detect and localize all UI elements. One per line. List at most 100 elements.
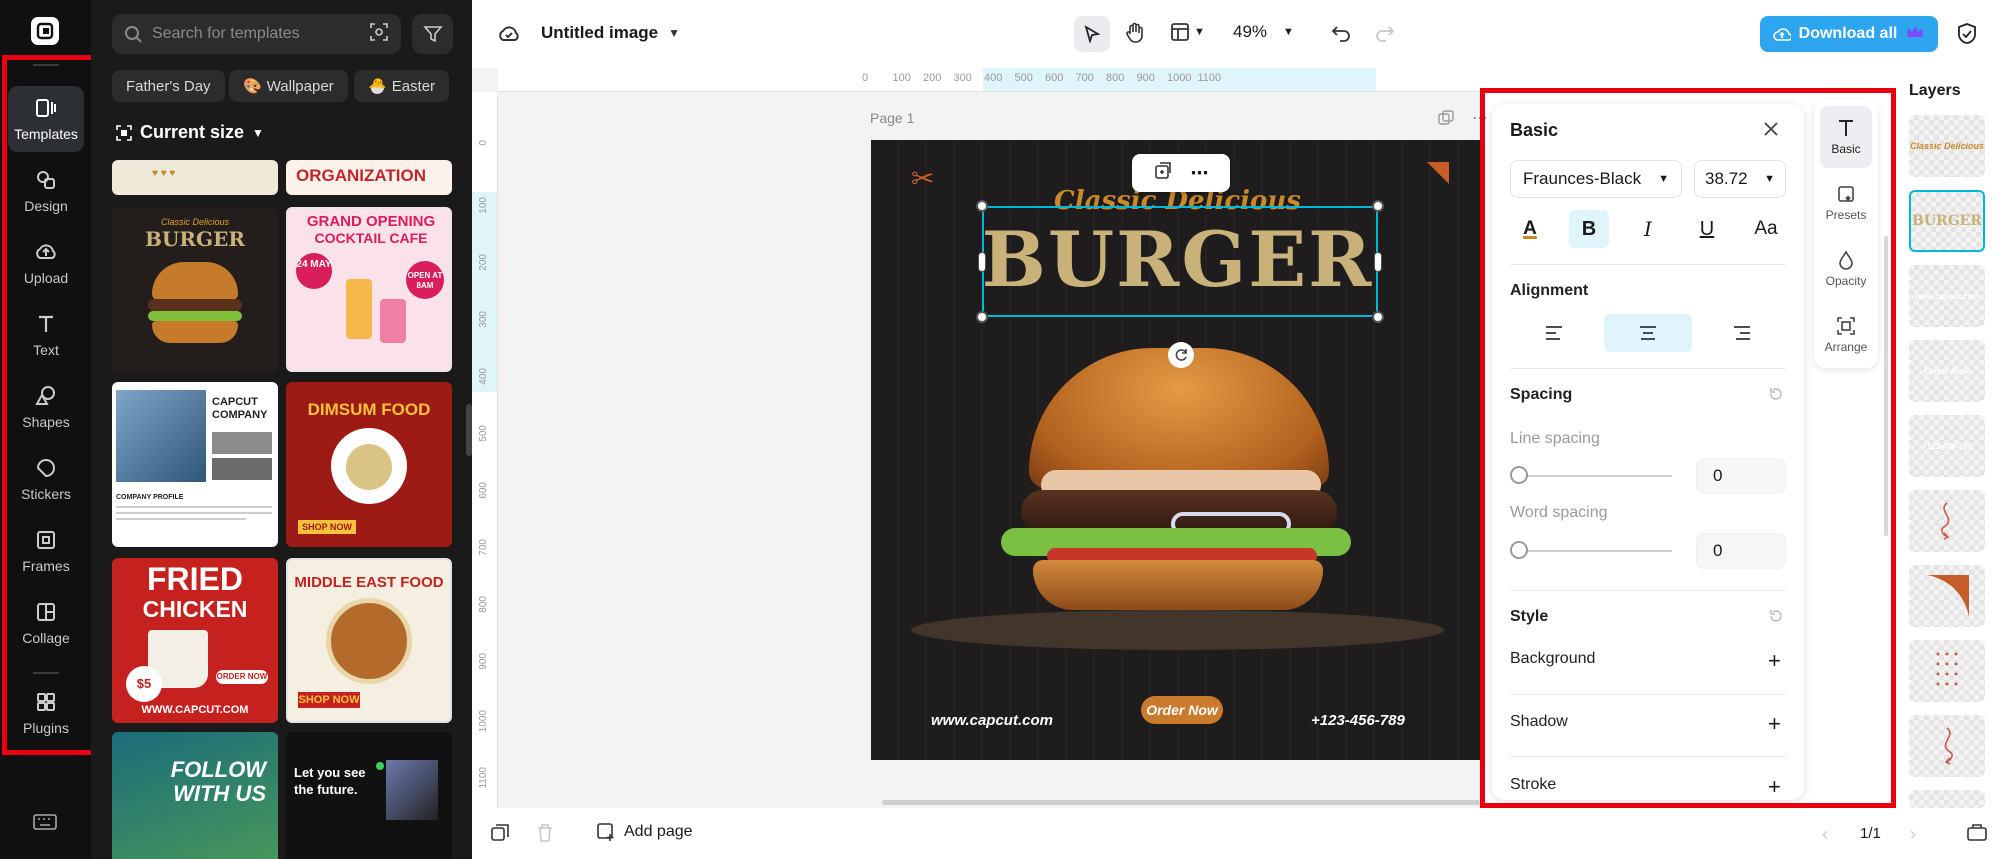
template-card-follow[interactable]: FOLLOW WITH US bbox=[112, 732, 278, 859]
template-card-dimsum[interactable]: DIMSUM FOOD SHOP NOW bbox=[286, 382, 452, 547]
chip-fathers-day[interactable]: Father's Day bbox=[112, 70, 225, 102]
layer-thumb-text: +123-456-789 bbox=[1921, 441, 1973, 451]
card-text: CHICKEN bbox=[142, 596, 248, 622]
vertical-ruler-tick-label: 0 bbox=[478, 140, 489, 146]
redo-button[interactable] bbox=[1374, 22, 1396, 49]
ruler-tick-label: 400 bbox=[984, 72, 1003, 84]
template-grid: ♥ ♥ ♥ ORGANIZATION Classic Delicious BUR… bbox=[110, 160, 455, 859]
chevron-down-icon: ▼ bbox=[1283, 26, 1294, 38]
previous-page-icon[interactable]: ‹ bbox=[1822, 824, 1828, 845]
delete-page-button[interactable] bbox=[536, 823, 554, 848]
duplicate-page-button[interactable] bbox=[490, 823, 510, 848]
card-text: FOLLOW WITH US bbox=[170, 757, 266, 806]
highlight-box-properties bbox=[1480, 88, 1896, 808]
search-input[interactable]: Search for templates bbox=[152, 25, 300, 43]
chip-wallpaper[interactable]: 🎨 Wallpaper bbox=[229, 70, 348, 102]
layer-item[interactable]: Order Now bbox=[1909, 340, 1985, 402]
arrow-doodle-icon bbox=[1941, 502, 1950, 540]
card-text: SHOP NOW bbox=[298, 520, 356, 534]
corner-shape-icon bbox=[1927, 575, 1969, 617]
template-card-company[interactable]: CAPCUT COMPANY COMPANY PROFILE bbox=[112, 382, 278, 547]
vertical-ruler-tick-label: 900 bbox=[478, 653, 489, 670]
page-label: Page 1 bbox=[870, 110, 915, 126]
layer-thumb-text: Order Now bbox=[1923, 366, 1970, 376]
template-card[interactable]: ♥ ♥ ♥ bbox=[112, 160, 278, 195]
hand-tool-button[interactable] bbox=[1124, 22, 1146, 49]
layer-item-selected[interactable]: BURGER bbox=[1909, 190, 1985, 252]
design-phone[interactable]: +123-456-789 bbox=[1311, 712, 1405, 729]
template-search[interactable]: Search for templates bbox=[112, 14, 401, 54]
trash-icon bbox=[538, 824, 552, 842]
shield-icon[interactable] bbox=[1956, 22, 1978, 51]
resize-handle[interactable] bbox=[976, 311, 988, 323]
layer-item[interactable]: www.capcut.com bbox=[1909, 265, 1985, 327]
page-manager-icon[interactable] bbox=[1966, 822, 1988, 847]
next-page-icon[interactable]: › bbox=[1910, 824, 1916, 845]
design-url[interactable]: www.capcut.com bbox=[931, 712, 1053, 729]
layer-item[interactable]: Classic Delicious bbox=[1909, 115, 1985, 177]
layer-thumb-text: Classic Delicious bbox=[1909, 141, 1985, 151]
ruler-tick-label: 200 bbox=[923, 72, 942, 84]
layer-item[interactable] bbox=[1909, 490, 1985, 552]
image-search-icon[interactable] bbox=[369, 22, 389, 47]
keyboard-icon[interactable] bbox=[33, 813, 57, 836]
resize-handle[interactable] bbox=[978, 252, 986, 272]
resize-handle[interactable] bbox=[976, 200, 988, 212]
template-card-fried-chicken[interactable]: FRIED CHICKEN $5 ORDER NOW WWW.CAPCUT.CO… bbox=[112, 558, 278, 723]
layer-item[interactable] bbox=[1909, 640, 1985, 702]
zoom-dropdown[interactable]: 49% ▼ bbox=[1233, 22, 1294, 42]
template-card-middle-east[interactable]: MIDDLE EAST FOOD SHOP NOW bbox=[286, 558, 452, 723]
vertical-ruler: 0 100 200 300 400 500 600 700 800 900 1000 1100 bbox=[472, 92, 498, 808]
design-order-button[interactable]: Order Now bbox=[1141, 696, 1223, 724]
resize-handle[interactable] bbox=[1372, 311, 1384, 323]
template-card-future[interactable]: Let you see the future. bbox=[286, 732, 452, 859]
card-text: Let you see the future. bbox=[294, 765, 366, 797]
chevron-down-icon: ▼ bbox=[252, 125, 264, 140]
template-card-cocktail[interactable]: GRAND OPENING COCKTAIL CAFE 24 MAY OPEN … bbox=[286, 207, 452, 372]
vertical-ruler-tick-label: 1000 bbox=[478, 710, 489, 733]
template-card-burger[interactable]: Classic Delicious BURGER bbox=[112, 207, 278, 372]
duplicate-page-icon[interactable] bbox=[1438, 110, 1454, 131]
card-text: Classic Delicious bbox=[160, 217, 230, 227]
card-text: ORDER NOW bbox=[216, 670, 268, 684]
layout-dropdown[interactable]: ▼ bbox=[1170, 22, 1205, 42]
burger-bottom-bun bbox=[1033, 560, 1323, 610]
search-icon bbox=[125, 26, 142, 43]
crown-icon bbox=[1905, 24, 1925, 45]
add-page-button[interactable]: Add page bbox=[596, 822, 693, 842]
layer-thumb-text: BURGER bbox=[1912, 213, 1982, 229]
ruler-tick-label: 300 bbox=[953, 72, 972, 84]
document-title: Untitled image bbox=[541, 23, 659, 42]
card-text: COMPANY bbox=[212, 409, 268, 421]
resize-handle[interactable] bbox=[1374, 252, 1382, 272]
horizontal-scrollbar[interactable] bbox=[882, 800, 1480, 805]
template-card[interactable]: ORGANIZATION bbox=[286, 160, 452, 195]
corner-decoration bbox=[1427, 162, 1449, 184]
vertical-ruler-tick-label: 200 bbox=[478, 254, 489, 271]
ruler-tick-label: 700 bbox=[1075, 72, 1094, 84]
capcut-logo-icon[interactable] bbox=[31, 17, 59, 45]
resize-handle[interactable] bbox=[1372, 200, 1384, 212]
more-options-icon[interactable]: ⋯ bbox=[1191, 163, 1209, 184]
document-title-dropdown[interactable]: Untitled image ▼ bbox=[541, 23, 680, 43]
cloud-save-icon[interactable] bbox=[497, 22, 521, 49]
card-text: ORGANIZATION bbox=[296, 166, 427, 185]
current-size-dropdown[interactable]: Current size ▼ bbox=[116, 122, 264, 143]
text-selection-box[interactable] bbox=[982, 206, 1378, 317]
undo-button[interactable] bbox=[1330, 22, 1352, 49]
chip-easter[interactable]: 🐣 Easter bbox=[354, 70, 450, 102]
rotate-handle[interactable] bbox=[1168, 342, 1194, 368]
download-all-button[interactable]: Download all bbox=[1760, 16, 1938, 52]
layer-item[interactable]: +123-456-789 bbox=[1909, 415, 1985, 477]
chevron-down-icon: ▼ bbox=[1194, 26, 1205, 38]
vertical-ruler-tick-label: 700 bbox=[478, 539, 489, 556]
filter-button[interactable] bbox=[412, 14, 453, 54]
layer-item[interactable] bbox=[1909, 715, 1985, 777]
layer-item[interactable] bbox=[1909, 565, 1985, 627]
ruler-tick-label: 100 bbox=[892, 72, 911, 84]
layer-item[interactable] bbox=[1909, 790, 1985, 808]
select-tool-button[interactable] bbox=[1074, 16, 1110, 52]
duplicate-icon[interactable] bbox=[1154, 161, 1172, 185]
current-size-label: Current size bbox=[140, 122, 245, 142]
zoom-level: 49% bbox=[1233, 22, 1268, 41]
